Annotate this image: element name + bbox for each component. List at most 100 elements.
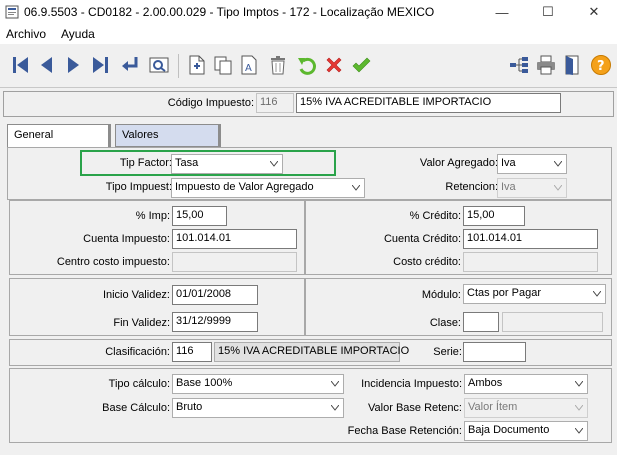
retencion-select[interactable]: Iva: [497, 178, 567, 198]
window-title: 06.9.5503 - CD0182 - 2.00.00.029 - Tipo …: [24, 5, 435, 19]
tipo-impuest-select[interactable]: Impuesto de Valor Agregado: [171, 178, 365, 198]
copy-icon: [214, 56, 232, 75]
clasificacion-label: Clasificación:: [105, 346, 170, 358]
valor-base-retenc-select[interactable]: Valor Ítem: [464, 398, 588, 418]
fin-validez-field[interactable]: 31/12/9999: [172, 312, 258, 332]
cuenta-credito-field[interactable]: 101.014.01: [463, 229, 598, 249]
confirm-button[interactable]: [349, 53, 373, 77]
chevron-down-icon: [575, 428, 583, 434]
toolbar-separator: [178, 54, 179, 78]
minimize-button[interactable]: —: [479, 0, 525, 24]
header-panel: Código Impuesto: 116 15% IVA ACREDITABLE…: [3, 91, 614, 117]
credito-panel: % Crédito: 15,00 Cuenta Crédito: 101.014…: [305, 200, 612, 275]
menu-archivo[interactable]: Archivo: [6, 27, 46, 41]
centro-costo-field[interactable]: [172, 252, 297, 272]
exit-button[interactable]: [561, 53, 585, 77]
modulo-label: Módulo:: [421, 289, 461, 301]
undo-icon: [298, 57, 316, 75]
next-record-button[interactable]: [61, 53, 85, 77]
inicio-validez-label: Inicio Validez:: [102, 289, 170, 301]
new-record-button[interactable]: [185, 53, 209, 77]
cuenta-credito-label: Cuenta Crédito:: [383, 233, 461, 245]
chevron-down-icon: [575, 405, 583, 411]
app-icon: [5, 5, 19, 19]
serie-field[interactable]: [463, 342, 526, 362]
base-calculo-label: Base Cálculo:: [102, 402, 170, 414]
serie-label: Serie:: [433, 346, 462, 358]
hierarchy-icon: [510, 57, 528, 73]
delete-record-button[interactable]: [266, 53, 290, 77]
incidencia-value: Ambos: [468, 377, 503, 389]
exit-door-icon: [565, 55, 579, 75]
copy-record-button[interactable]: [211, 53, 235, 77]
next-record-icon: [68, 57, 79, 73]
previous-record-button[interactable]: [35, 53, 59, 77]
pct-imp-label: % Imp:: [135, 210, 170, 222]
chevron-down-icon: [554, 161, 562, 167]
cuenta-impuesto-field[interactable]: 101.014.01: [172, 229, 297, 249]
tipo-calculo-value: Base 100%: [176, 377, 233, 389]
base-calculo-value: Bruto: [176, 401, 203, 413]
chevron-down-icon: [575, 381, 583, 387]
clase-code-field[interactable]: [463, 312, 499, 332]
red-x-icon: [326, 57, 342, 73]
pct-credito-field[interactable]: 15,00: [463, 206, 525, 226]
maximize-button[interactable]: ☐: [525, 0, 571, 24]
edit-document-icon: A: [241, 55, 257, 75]
clasificacion-code-field[interactable]: 116: [172, 342, 212, 362]
pct-imp-field[interactable]: 15,00: [172, 206, 227, 226]
edit-record-button[interactable]: A: [237, 53, 261, 77]
codigo-impuesto-field[interactable]: 116: [256, 93, 294, 113]
clasificacion-lookup-button[interactable]: 15% IVA ACREDITABLE IMPORTACIO: [214, 342, 409, 362]
first-record-button[interactable]: [9, 53, 33, 77]
tipo-calculo-label: Tipo cálculo:: [108, 378, 170, 390]
help-button[interactable]: ?: [589, 53, 613, 77]
costo-credito-field[interactable]: [463, 252, 598, 272]
impuesto-panel: % Imp: 15,00 Cuenta Impuesto: 101.014.01…: [9, 200, 305, 275]
print-button[interactable]: [534, 53, 558, 77]
fecha-base-retencion-label: Fecha Base Retención:: [347, 425, 462, 437]
incidencia-label: Incidencia Impuesto:: [361, 378, 462, 390]
valor-base-retenc-label: Valor Base Retenc:: [368, 402, 462, 414]
fecha-base-retencion-select[interactable]: Baja Documento: [464, 421, 588, 441]
valor-agregado-select[interactable]: Iva: [497, 154, 567, 174]
title-bar: 06.9.5503 - CD0182 - 2.00.00.029 - Tipo …: [0, 0, 617, 24]
return-button[interactable]: [118, 53, 142, 77]
svg-text:?: ?: [597, 59, 605, 74]
inicio-validez-field[interactable]: 01/01/2008: [172, 285, 258, 305]
clase-description-field: [502, 312, 603, 332]
retencion-value: Iva: [501, 181, 516, 193]
hierarchy-button[interactable]: [507, 53, 531, 77]
valor-agregado-value: Iva: [501, 157, 516, 169]
cancel-button[interactable]: [322, 53, 346, 77]
green-check-icon: [352, 57, 371, 73]
codigo-impuesto-label: Código Impuesto:: [167, 97, 254, 109]
modulo-select[interactable]: Ctas por Pagar: [463, 284, 606, 304]
chevron-down-icon: [554, 185, 562, 191]
incidencia-select[interactable]: Ambos: [464, 374, 588, 394]
last-record-button[interactable]: [88, 53, 112, 77]
valor-base-retenc-value: Valor Ítem: [468, 401, 518, 413]
new-document-icon: [189, 55, 205, 75]
retencion-label: Retencion:: [445, 181, 498, 193]
toolbar: A ?: [0, 44, 617, 88]
help-icon: ?: [591, 55, 611, 75]
modulo-panel: Módulo: Ctas por Pagar Clase:: [305, 278, 612, 336]
costo-credito-label: Costo crédito:: [393, 256, 461, 268]
modulo-value: Ctas por Pagar: [467, 287, 541, 299]
fin-validez-label: Fin Validez:: [113, 317, 170, 329]
cuenta-impuesto-label: Cuenta Impuesto:: [83, 233, 170, 245]
close-button[interactable]: ✕: [571, 0, 617, 24]
printer-icon: [537, 55, 555, 75]
undo-button[interactable]: [295, 53, 319, 77]
tab-general[interactable]: General: [7, 124, 111, 147]
tab-valores[interactable]: Valores: [115, 124, 221, 147]
descripcion-field[interactable]: 15% IVA ACREDITABLE IMPORTACIO: [296, 93, 561, 113]
preview-button[interactable]: [147, 53, 171, 77]
return-arrow-icon: [122, 57, 138, 71]
clasificacion-panel: Clasificación: 116 15% IVA ACREDITABLE I…: [9, 339, 612, 366]
menu-ayuda[interactable]: Ayuda: [61, 27, 95, 41]
svg-text:A: A: [245, 63, 252, 74]
preview-icon: [149, 57, 169, 73]
chevron-down-icon: [352, 185, 360, 191]
